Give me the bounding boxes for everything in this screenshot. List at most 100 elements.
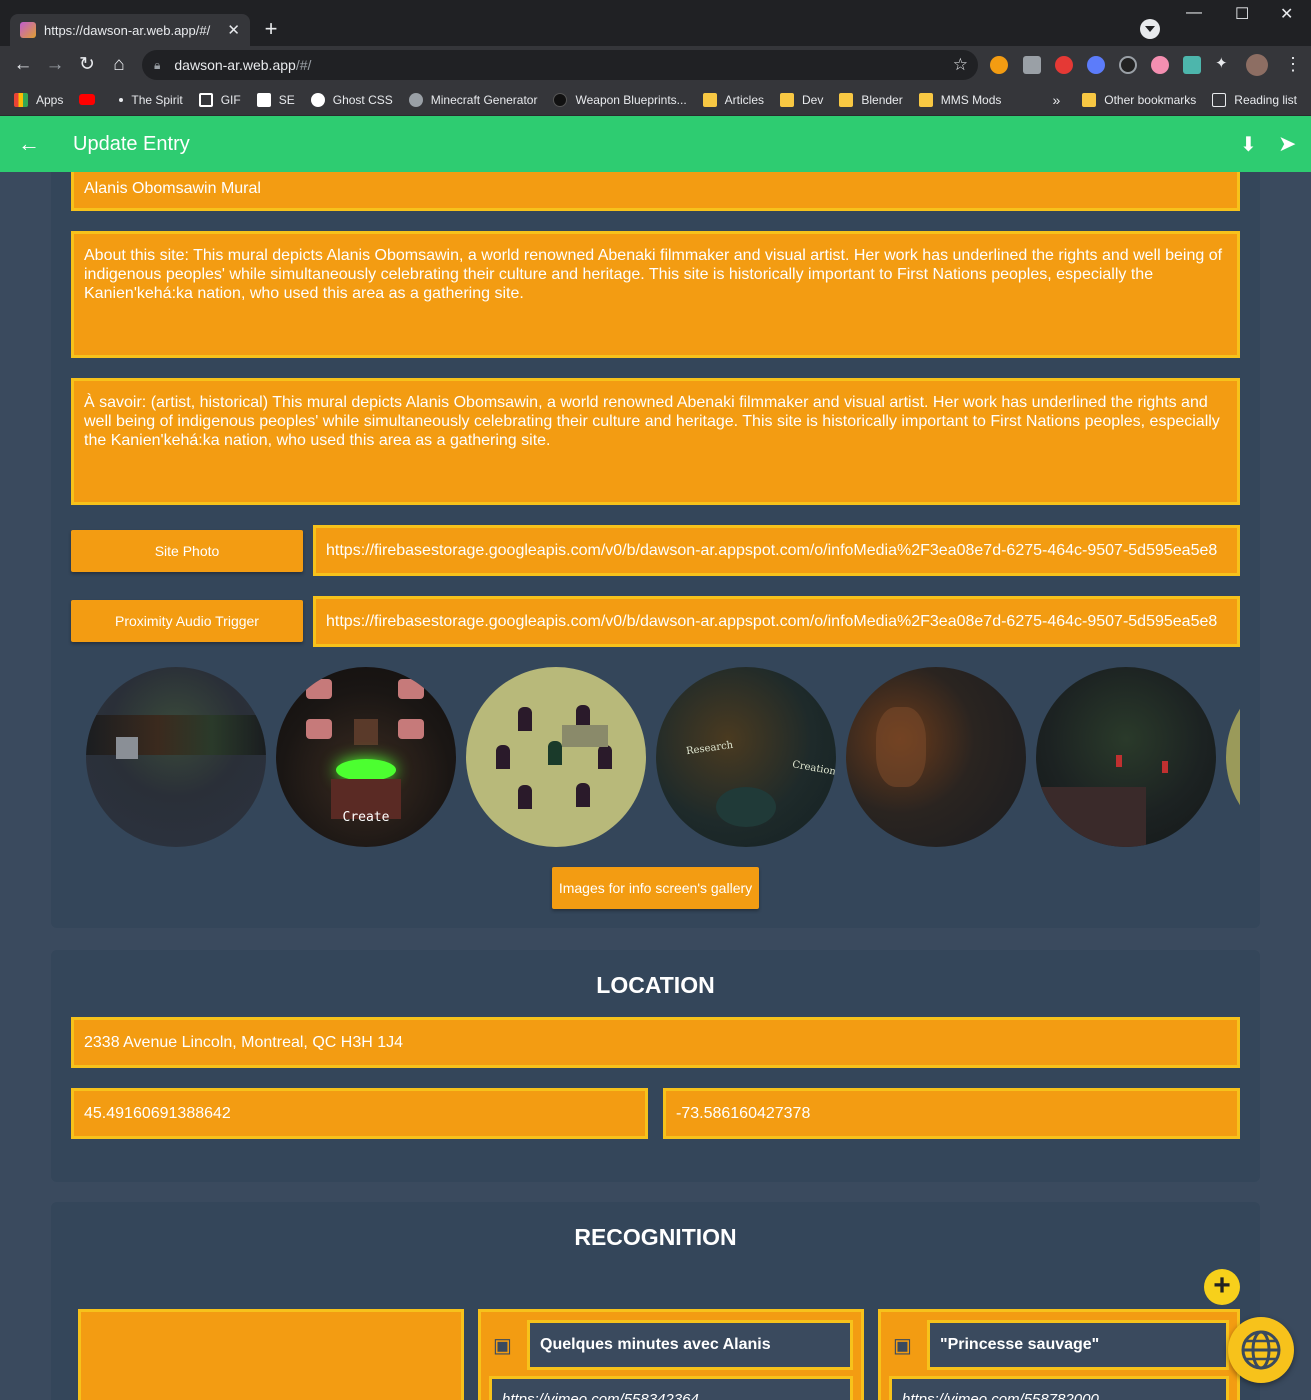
browser-tab[interactable]: https://dawson-ar.web.app/#/ ✕ <box>10 14 250 46</box>
bookmark-minecraft-generator[interactable]: Minecraft Generator <box>408 92 537 107</box>
gallery-thumbnail[interactable] <box>1226 667 1240 847</box>
site-photo-url-input[interactable]: https://firebasestorage.googleapis.com/v… <box>313 525 1240 576</box>
extension-5-icon[interactable] <box>1119 56 1137 74</box>
extension-2-icon[interactable] <box>1023 56 1041 74</box>
gear-icon <box>408 92 423 107</box>
folder-icon <box>702 92 717 107</box>
bookmark-youtube[interactable] <box>79 94 103 105</box>
gallery-creation-label: Creation <box>791 759 836 778</box>
page-title: Update Entry <box>73 132 190 155</box>
site-photo-button[interactable]: Site Photo <box>71 530 303 572</box>
video-library-icon[interactable]: ▣ <box>493 1333 527 1358</box>
entry-name-input[interactable]: Alanis Obomsawin Mural <box>71 172 1240 211</box>
back-arrow-icon[interactable]: ← <box>18 131 40 157</box>
bookmark-folder-dev[interactable]: Dev <box>780 92 823 107</box>
bookmark-folder-articles[interactable]: Articles <box>702 92 764 107</box>
gallery-research-label: Research <box>685 739 734 758</box>
recognition-heading: RECOGNITION <box>574 1224 737 1250</box>
location-heading: LOCATION <box>596 972 715 998</box>
download-icon[interactable]: ⬇ <box>1240 132 1257 157</box>
close-window-icon[interactable]: ✕ <box>1280 4 1293 24</box>
gallery-thumbnail[interactable] <box>466 667 646 847</box>
gallery-thumbnail[interactable]: Create <box>276 667 456 847</box>
recognition-title-input[interactable]: "Princesse sauvage" <box>927 1320 1229 1370</box>
apps-grid-icon <box>14 92 28 107</box>
folder-icon <box>780 92 795 107</box>
add-recognition-button[interactable]: + <box>1204 1269 1240 1305</box>
extension-4-icon[interactable] <box>1087 56 1105 74</box>
address-bar[interactable]: 🔒︎ dawson-ar.web.app/#/ ☆ <box>142 50 978 80</box>
address-input[interactable]: 2338 Avenue Lincoln, Montreal, QC H3H 1J… <box>71 1017 1240 1068</box>
extension-1-icon[interactable] <box>990 56 1008 74</box>
bookmark-apps[interactable]: Apps <box>14 92 63 107</box>
lock-icon: 🔒︎ <box>154 57 161 72</box>
bookmark-folder-mms-mods[interactable]: MMS Mods <box>918 92 1001 107</box>
globe-icon <box>310 92 325 107</box>
home-icon[interactable]: ⌂ <box>106 52 132 78</box>
folder-icon <box>1082 93 1097 107</box>
recognition-item-empty[interactable] <box>78 1309 464 1400</box>
gallery-create-label: Create <box>342 810 390 825</box>
dot-icon <box>119 97 124 102</box>
bookmarks-right: » Other bookmarks Reading list <box>1052 84 1297 116</box>
gallery-thumbnail[interactable] <box>1036 667 1216 847</box>
proximity-audio-button[interactable]: Proximity Audio Trigger <box>71 600 303 642</box>
browser-titlebar: https://dawson-ar.web.app/#/ ✕ + — ☐ ✕ <box>0 0 1311 46</box>
send-icon[interactable]: ➤ <box>1278 131 1296 157</box>
language-globe-button[interactable] <box>1228 1317 1294 1383</box>
close-tab-icon[interactable]: ✕ <box>227 21 240 39</box>
app-header: ← Update Entry ⬇ ➤ <box>0 116 1311 172</box>
other-bookmarks[interactable]: Other bookmarks <box>1082 93 1196 107</box>
adblock-icon[interactable] <box>1055 56 1073 74</box>
minimize-icon[interactable]: — <box>1186 4 1202 22</box>
about-en-textarea[interactable]: About this site: This mural depicts Alan… <box>71 231 1240 358</box>
new-tab-button[interactable]: + <box>258 17 284 43</box>
recognition-url-input[interactable]: https://vimeo.com/558782000 <box>889 1376 1229 1400</box>
extension-7-icon[interactable] <box>1183 56 1201 74</box>
longitude-input[interactable]: -73.586160427378 <box>663 1088 1240 1139</box>
bookmark-se[interactable]: SE <box>256 92 295 107</box>
site-favicon-icon <box>20 22 36 38</box>
about-fr-textarea[interactable]: À savoir: (artist, historical) This mura… <box>71 378 1240 505</box>
avatar[interactable] <box>1246 54 1268 76</box>
audio-url-input[interactable]: https://firebasestorage.googleapis.com/v… <box>313 596 1240 647</box>
reading-list[interactable]: Reading list <box>1212 93 1297 107</box>
blueprint-icon <box>553 92 568 107</box>
gallery-thumbnail[interactable]: Research Creation <box>656 667 836 847</box>
tab-search-icon[interactable] <box>1140 19 1160 39</box>
menu-kebab-icon[interactable]: ⋮ <box>1284 54 1302 75</box>
tab-title: https://dawson-ar.web.app/#/ <box>44 22 211 38</box>
puzzle-icon[interactable]: ✦ <box>1215 54 1233 72</box>
gallery-images-button[interactable]: Images for info screen's gallery <box>552 867 759 909</box>
recognition-url-input[interactable]: https://vimeo.com/558342364 <box>489 1376 853 1400</box>
bookmark-star-icon[interactable]: ☆ <box>953 55 968 75</box>
bookmark-weapon-blueprints[interactable]: Weapon Blueprints... <box>553 92 687 107</box>
recognition-item[interactable]: ▣ "Princesse sauvage" https://vimeo.com/… <box>878 1309 1240 1400</box>
main-content: Alanis Obomsawin Mural About this site: … <box>0 172 1311 1400</box>
forward-arrow-icon[interactable]: → <box>42 52 68 78</box>
bookmark-folder-blender[interactable]: Blender <box>839 92 903 107</box>
latitude-input[interactable]: 45.49160691388642 <box>71 1088 648 1139</box>
gallery-thumbnail[interactable] <box>846 667 1026 847</box>
bookmark-the-spirit[interactable]: The Spirit <box>119 93 183 107</box>
folder-icon <box>918 92 933 107</box>
youtube-icon <box>79 94 96 105</box>
browser-toolbar: ← → ↻ ⌂ 🔒︎ dawson-ar.web.app/#/ ☆ ✦ ⋮ <box>0 46 1311 84</box>
globe-icon <box>1241 1330 1281 1370</box>
back-arrow-icon[interactable]: ← <box>10 52 36 78</box>
recognition-row: ▣ Quelques minutes avec Alanis <box>493 1320 853 1370</box>
gallery-thumbnail[interactable] <box>86 667 266 847</box>
recognition-item[interactable]: ▣ Quelques minutes avec Alanis https://v… <box>478 1309 864 1400</box>
bookmark-gif[interactable]: GIF <box>198 92 241 107</box>
video-library-icon[interactable]: ▣ <box>893 1333 927 1358</box>
reload-icon[interactable]: ↻ <box>74 52 100 78</box>
gallery-strip: Create Research Creation <box>86 667 1240 847</box>
recognition-row: ▣ "Princesse sauvage" <box>893 1320 1229 1370</box>
extension-6-icon[interactable] <box>1151 56 1169 74</box>
bookmarks-bar: Apps The Spirit GIF SE Ghost CSS Minecra… <box>0 84 1311 116</box>
recognition-title-input[interactable]: Quelques minutes avec Alanis <box>527 1320 853 1370</box>
folder-icon <box>839 92 854 107</box>
maximize-icon[interactable]: ☐ <box>1235 4 1249 24</box>
bookmarks-overflow-icon[interactable]: » <box>1052 92 1060 108</box>
bookmark-ghost-css[interactable]: Ghost CSS <box>310 92 393 107</box>
